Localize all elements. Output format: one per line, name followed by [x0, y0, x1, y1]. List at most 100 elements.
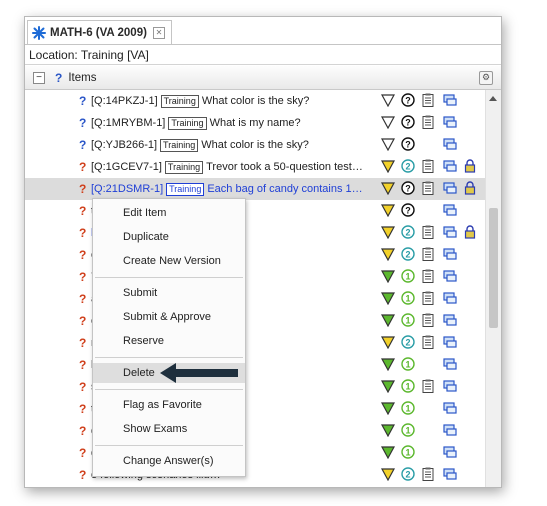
scroll-up-arrow-icon[interactable]	[489, 96, 497, 101]
clipboard-icon[interactable]	[421, 115, 435, 129]
difficulty-triangle-icon[interactable]	[381, 379, 395, 393]
screen-icon[interactable]	[443, 335, 457, 349]
clipboard-icon[interactable]	[421, 379, 435, 393]
list-item[interactable]: ? [Q:21DSMR-1] Training Each bag of candy c…	[25, 178, 485, 200]
screen-icon[interactable]	[443, 313, 457, 327]
screen-icon[interactable]	[443, 401, 457, 415]
difficulty-triangle-icon[interactable]	[381, 423, 395, 437]
clipboard-icon[interactable]	[421, 291, 435, 305]
screen-icon[interactable]	[443, 93, 457, 107]
screen-icon[interactable]	[443, 379, 457, 393]
svg-text:1: 1	[405, 272, 410, 282]
clipboard-icon[interactable]	[421, 93, 435, 107]
menu-duplicate[interactable]: Duplicate	[93, 227, 245, 247]
difficulty-triangle-icon[interactable]	[381, 445, 395, 459]
help-circle-icon[interactable]: ?	[401, 137, 415, 151]
lock-icon[interactable]	[463, 159, 477, 173]
status-question-icon: ?	[79, 358, 87, 372]
level-circle-icon[interactable]: 2	[401, 467, 415, 481]
menu-submit-approve[interactable]: Submit & Approve	[93, 307, 245, 327]
difficulty-triangle-icon[interactable]	[381, 137, 395, 151]
difficulty-triangle-icon[interactable]	[381, 93, 395, 107]
screen-icon[interactable]	[443, 225, 457, 239]
item-text[interactable]: [Q:1MRYBM-1] Training What is my name?	[91, 116, 377, 130]
item-text[interactable]: [Q:YJB266-1] Training What color is the sk…	[91, 138, 377, 152]
item-text[interactable]: [Q:1GCEV7-1] Training Trevor took a 50-que…	[91, 160, 377, 174]
screen-icon[interactable]	[443, 137, 457, 151]
level-circle-icon[interactable]: 1	[401, 313, 415, 327]
clipboard-icon[interactable]	[421, 181, 435, 195]
level-circle-icon[interactable]: 1	[401, 357, 415, 371]
help-circle-icon[interactable]: ?	[401, 115, 415, 129]
level-circle-icon[interactable]: 1	[401, 401, 415, 415]
screen-icon[interactable]	[443, 203, 457, 217]
menu-flag-favorite[interactable]: Flag as Favorite	[93, 395, 245, 415]
clipboard-icon[interactable]	[421, 313, 435, 327]
help-circle-icon[interactable]: ?	[401, 181, 415, 195]
screen-icon[interactable]	[443, 115, 457, 129]
item-icons: ?	[381, 92, 485, 110]
level-circle-icon[interactable]: 1	[401, 291, 415, 305]
difficulty-triangle-icon[interactable]	[381, 313, 395, 327]
item-text[interactable]: [Q:14PKZJ-1] Training What color is the sk…	[91, 94, 377, 108]
screen-icon[interactable]	[443, 467, 457, 481]
item-text[interactable]: [Q:21DSMR-1] Training Each bag of candy co…	[91, 182, 377, 196]
screen-icon[interactable]	[443, 181, 457, 195]
svg-text:2: 2	[405, 162, 410, 172]
screen-icon[interactable]	[443, 423, 457, 437]
screen-icon[interactable]	[443, 159, 457, 173]
tab-math6[interactable]: MATH-6 (VA 2009) ✕	[27, 20, 172, 44]
level-circle-icon[interactable]: 2	[401, 247, 415, 261]
menu-submit[interactable]: Submit	[93, 283, 245, 303]
list-item[interactable]: ? [Q:1MRYBM-1] Training What is my name??	[25, 112, 485, 134]
menu-reserve[interactable]: Reserve	[93, 331, 245, 351]
screen-icon[interactable]	[443, 269, 457, 283]
difficulty-triangle-icon[interactable]	[381, 247, 395, 261]
screen-icon[interactable]	[443, 247, 457, 261]
clipboard-icon[interactable]	[421, 467, 435, 481]
level-circle-icon[interactable]: 1	[401, 379, 415, 393]
level-circle-icon[interactable]: 1	[401, 445, 415, 459]
level-circle-icon[interactable]: 2	[401, 335, 415, 349]
collapse-button[interactable]: −	[33, 71, 45, 84]
screen-icon[interactable]	[443, 445, 457, 459]
clipboard-icon[interactable]	[421, 247, 435, 261]
lock-icon[interactable]	[463, 225, 477, 239]
difficulty-triangle-icon[interactable]	[381, 159, 395, 173]
level-circle-icon[interactable]: 1	[401, 423, 415, 437]
difficulty-triangle-icon[interactable]	[381, 225, 395, 239]
level-circle-icon[interactable]: 2	[401, 225, 415, 239]
difficulty-triangle-icon[interactable]	[381, 115, 395, 129]
difficulty-triangle-icon[interactable]	[381, 203, 395, 217]
settings-gear-icon[interactable]: ⚙	[479, 71, 493, 85]
tab-close-icon[interactable]: ✕	[152, 26, 165, 39]
help-circle-icon[interactable]: ?	[401, 93, 415, 107]
difficulty-triangle-icon[interactable]	[381, 335, 395, 349]
clipboard-icon[interactable]	[421, 335, 435, 349]
scroll-thumb[interactable]	[489, 208, 498, 328]
difficulty-triangle-icon[interactable]	[381, 181, 395, 195]
difficulty-triangle-icon[interactable]	[381, 401, 395, 415]
difficulty-triangle-icon[interactable]	[381, 467, 395, 481]
menu-create-new-version[interactable]: Create New Version	[93, 251, 245, 271]
list-item[interactable]: ? [Q:1GCEV7-1] Training Trevor took a 50-qu…	[25, 156, 485, 178]
level-circle-icon[interactable]: 2	[401, 159, 415, 173]
vertical-scrollbar[interactable]	[485, 90, 501, 487]
screen-icon[interactable]	[443, 291, 457, 305]
screen-icon[interactable]	[443, 357, 457, 371]
list-item[interactable]: ? [Q:YJB266-1] Training What color is the s…	[25, 134, 485, 156]
lock-icon[interactable]	[463, 181, 477, 195]
difficulty-triangle-icon[interactable]	[381, 269, 395, 283]
clipboard-icon[interactable]	[421, 225, 435, 239]
menu-edit-item[interactable]: Edit Item	[93, 203, 245, 223]
difficulty-triangle-icon[interactable]	[381, 357, 395, 371]
help-circle-icon[interactable]: ?	[401, 203, 415, 217]
menu-show-exams[interactable]: Show Exams	[93, 419, 245, 439]
list-item[interactable]: ? [Q:14PKZJ-1] Training What color is the s…	[25, 90, 485, 112]
menu-change-answers[interactable]: Change Answer(s)	[93, 451, 245, 471]
svg-text:1: 1	[405, 294, 410, 304]
difficulty-triangle-icon[interactable]	[381, 291, 395, 305]
level-circle-icon[interactable]: 1	[401, 269, 415, 283]
clipboard-icon[interactable]	[421, 269, 435, 283]
clipboard-icon[interactable]	[421, 159, 435, 173]
